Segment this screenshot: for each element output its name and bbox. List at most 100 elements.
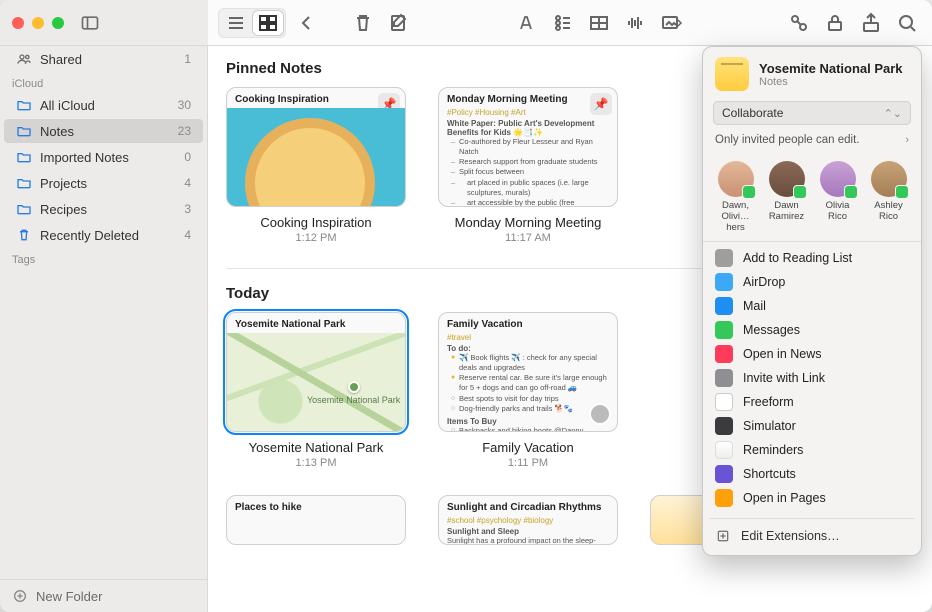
freeform-icon xyxy=(715,393,733,411)
share-app-invite-link[interactable]: Invite with Link xyxy=(709,366,915,390)
simulator-icon xyxy=(715,417,733,435)
new-folder-button[interactable]: New Folder xyxy=(0,579,207,612)
chevron-right-icon: › xyxy=(905,134,909,146)
notes-window: Shared 1 iCloud All iCloud 30 Notes 23 I… xyxy=(0,0,932,612)
note-card-yosemite[interactable]: Yosemite National Park Yosemite National… xyxy=(226,312,406,469)
toolbar xyxy=(208,0,932,45)
list-view-button[interactable] xyxy=(221,11,251,35)
close-window[interactable] xyxy=(12,17,24,29)
note-tile: Cooking Inspiration 📌 xyxy=(226,87,406,207)
share-app-messages[interactable]: Messages xyxy=(709,318,915,342)
share-person[interactable]: Olivia Rico xyxy=(815,161,860,233)
gallery-view-button[interactable] xyxy=(253,11,283,35)
note-preview-lines: Co-authored by Fleur Lesseur and Ryan Na… xyxy=(447,137,609,207)
sidebar-section-tags[interactable]: Tags xyxy=(0,248,207,268)
format-button[interactable] xyxy=(512,11,542,35)
share-header: Yosemite National Park Notes xyxy=(703,47,921,97)
map-pin: Yosemite National Park xyxy=(307,381,400,405)
share-app-reminders[interactable]: Reminders xyxy=(709,438,915,462)
folder-icon xyxy=(16,149,32,165)
share-app-mail[interactable]: Mail xyxy=(709,294,915,318)
folder-icon xyxy=(16,175,32,191)
share-person[interactable]: Dawn Ramirez xyxy=(764,161,809,233)
table-button[interactable] xyxy=(584,11,614,35)
extensions-icon xyxy=(715,528,731,544)
delete-button[interactable] xyxy=(348,11,378,35)
sidebar-item-projects[interactable]: Projects 4 xyxy=(4,171,203,195)
share-permissions-row[interactable]: Only invited people can edit. › xyxy=(713,129,911,151)
sidebar-item-recipes[interactable]: Recipes 3 xyxy=(4,197,203,221)
share-app-reading-list[interactable]: Add to Reading List xyxy=(709,246,915,270)
note-card-cooking[interactable]: Cooking Inspiration 📌 Cooking Inspiratio… xyxy=(226,87,406,244)
folder-icon xyxy=(16,97,32,113)
avatar xyxy=(769,161,805,197)
share-app-freeform[interactable]: Freeform xyxy=(709,390,915,414)
shortcuts-icon xyxy=(715,465,733,483)
note-tile: Family Vacation #travel To do: ✈️ Book f… xyxy=(438,312,618,432)
notes-app-icon xyxy=(715,57,749,91)
sidebar-item-recently-deleted[interactable]: Recently Deleted 4 xyxy=(4,223,203,247)
share-title: Yosemite National Park xyxy=(759,61,903,76)
messages-badge-icon xyxy=(895,185,909,199)
folder-icon xyxy=(16,201,32,217)
note-card-family-vacation[interactable]: Family Vacation #travel To do: ✈️ Book f… xyxy=(438,312,618,469)
plus-circle-icon xyxy=(12,588,28,604)
sidebar-shared[interactable]: Shared 1 xyxy=(4,47,203,71)
messages-badge-icon xyxy=(793,185,807,199)
share-app-pages[interactable]: Open in Pages xyxy=(709,486,915,510)
share-app-list: Add to Reading List AirDrop Mail Message… xyxy=(703,242,921,514)
share-mode-select[interactable]: Collaborate ⌃⌄ xyxy=(713,101,911,125)
share-person[interactable]: Ashley Rico xyxy=(866,161,911,233)
note-tile: Yosemite National Park Yosemite National… xyxy=(226,312,406,432)
note-card-places-to-hike[interactable]: Places to hike xyxy=(226,495,406,545)
share-person[interactable]: Dawn, Olivi…hers xyxy=(713,161,758,233)
sidebar-item-notes[interactable]: Notes 23 xyxy=(4,119,203,143)
share-app-airdrop[interactable]: AirDrop xyxy=(709,270,915,294)
note-tile: Monday Morning Meeting 📌 #Policy #Housin… xyxy=(438,87,618,207)
avatar xyxy=(820,161,856,197)
audio-button[interactable] xyxy=(620,11,650,35)
note-tile: Sunlight and Circadian Rhythms #school #… xyxy=(438,495,618,545)
note-card-meeting[interactable]: Monday Morning Meeting 📌 #Policy #Housin… xyxy=(438,87,618,244)
news-icon xyxy=(715,345,733,363)
checklist-button[interactable] xyxy=(548,11,578,35)
messages-badge-icon xyxy=(742,185,756,199)
shared-avatar-icon xyxy=(589,403,611,425)
titlebar xyxy=(0,0,932,46)
zoom-window[interactable] xyxy=(52,17,64,29)
lock-button[interactable] xyxy=(820,11,850,35)
pin-icon[interactable]: 📌 xyxy=(590,93,612,115)
share-people: Dawn, Olivi…hers Dawn Ramirez Olivia Ric… xyxy=(703,155,921,242)
note-card-sunlight[interactable]: Sunlight and Circadian Rhythms #school #… xyxy=(438,495,618,545)
back-button[interactable] xyxy=(292,11,322,35)
avatar xyxy=(871,161,907,197)
sidebar: Shared 1 iCloud All iCloud 30 Notes 23 I… xyxy=(0,46,208,612)
messages-icon xyxy=(715,321,733,339)
mail-icon xyxy=(715,297,733,315)
search-button[interactable] xyxy=(892,11,922,35)
note-tile: Places to hike xyxy=(226,495,406,545)
share-app-shortcuts[interactable]: Shortcuts xyxy=(709,462,915,486)
reading-list-icon xyxy=(715,249,733,267)
map-thumbnail: Yosemite National Park xyxy=(227,333,405,431)
minimize-window[interactable] xyxy=(32,17,44,29)
link-icon xyxy=(715,369,733,387)
share-button[interactable] xyxy=(856,11,886,35)
media-button[interactable] xyxy=(656,11,686,35)
toggle-sidebar-icon[interactable] xyxy=(80,13,100,33)
titlebar-sidebar-region xyxy=(0,0,208,45)
sidebar-item-all-icloud[interactable]: All iCloud 30 xyxy=(4,93,203,117)
sidebar-item-imported[interactable]: Imported Notes 0 xyxy=(4,145,203,169)
new-note-button[interactable] xyxy=(384,11,414,35)
sidebar-section-icloud[interactable]: iCloud xyxy=(0,72,207,92)
popover-divider xyxy=(709,518,915,519)
window-controls xyxy=(12,17,64,29)
link-button[interactable] xyxy=(784,11,814,35)
share-app-news[interactable]: Open in News xyxy=(709,342,915,366)
share-app-simulator[interactable]: Simulator xyxy=(709,414,915,438)
note-thumbnail-image xyxy=(227,108,405,206)
edit-extensions[interactable]: Edit Extensions… xyxy=(703,523,921,549)
pages-icon xyxy=(715,489,733,507)
sidebar-shared-label: Shared xyxy=(40,52,176,67)
folder-icon xyxy=(16,123,32,139)
